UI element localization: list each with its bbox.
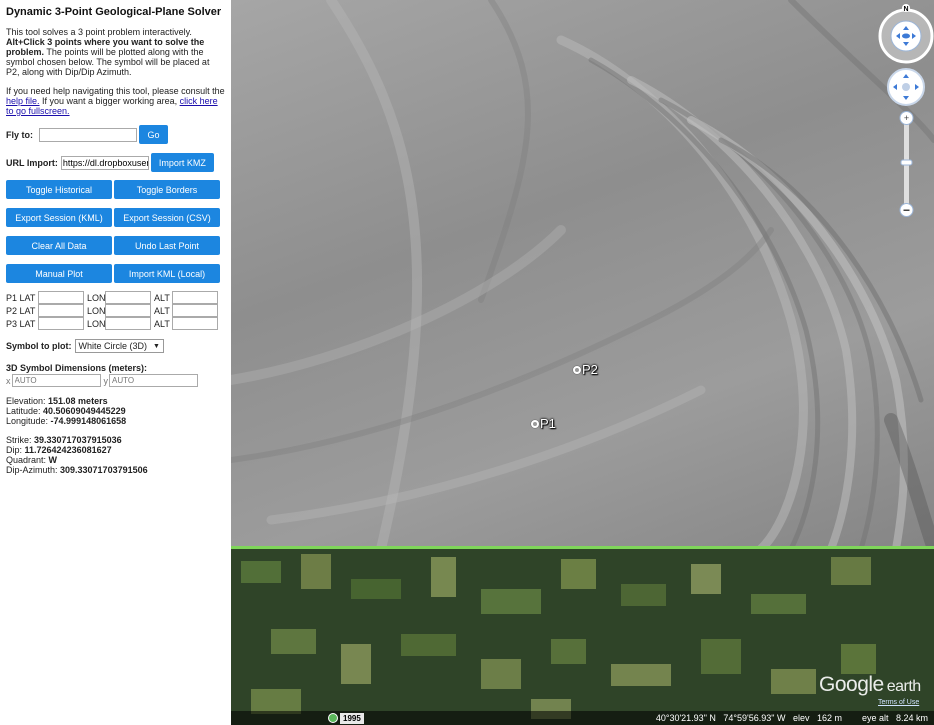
tool-panel: Dynamic 3-Point Geological-Plane Solver …: [0, 0, 231, 725]
p2-lon-input[interactable]: [105, 304, 151, 317]
intro-text: This tool solves a 3 point problem inter…: [6, 27, 225, 77]
import-kml-local-button[interactable]: Import KML (Local): [114, 264, 220, 283]
logo-google-text: Google: [819, 673, 884, 696]
plane-results: Strike: 39.330717037915036 Dip: 11.72642…: [6, 435, 225, 475]
fly-to-label: Fly to:: [6, 129, 33, 140]
satellite-imagery-layer[interactable]: [231, 549, 934, 725]
compass-north-label: N: [903, 6, 908, 13]
manual-plot-button[interactable]: Manual Plot: [6, 264, 112, 283]
move-joystick-icon[interactable]: [886, 67, 926, 107]
elevation-value: 151.08 meters: [48, 396, 108, 406]
p3-alt-label: ALT: [154, 318, 170, 329]
longitude-value: -74.999148061658: [50, 416, 127, 426]
strike-value: 39.330717037915036: [34, 435, 122, 445]
dip-azimuth-value: 309.33071703791506: [60, 465, 148, 475]
svg-text:+: +: [904, 113, 909, 123]
symbol-label: Symbol to plot:: [6, 341, 72, 351]
symbol-dimensions-title: 3D Symbol Dimensions (meters):: [6, 363, 148, 373]
logo-earth-text: earth: [886, 678, 921, 695]
action-buttons: Toggle Historical Toggle Borders Export …: [6, 180, 225, 283]
p3-lat-input[interactable]: [38, 317, 84, 330]
clear-all-button[interactable]: Clear All Data: [6, 236, 112, 255]
url-import-row: URL Import: Import KMZ: [6, 153, 225, 172]
p1-lon-input[interactable]: [105, 291, 151, 304]
p2-alt-label: ALT: [154, 305, 170, 316]
map-status-bar: 1995 40°30'21.93" N 74°59'56.93" W elev …: [231, 711, 934, 725]
intro-line: This tool solves a 3 point problem inter…: [6, 27, 192, 37]
dip-label: Dip:: [6, 445, 25, 455]
zoom-slider-icon[interactable]: +: [899, 111, 914, 221]
latitude-label: Latitude:: [6, 406, 44, 416]
symbol-select-value: White Circle (3D): [78, 341, 148, 351]
p2-alt-input[interactable]: [172, 304, 218, 317]
p3-lon-label: LON: [87, 318, 106, 329]
placemark-label: P1: [540, 416, 556, 431]
cursor-coordinates-readout: 40°30'21.93" N 74°59'56.93" W elev 162 m…: [655, 713, 928, 723]
imagery-year-badge: 1995: [340, 712, 364, 724]
compass-ring-icon[interactable]: N: [878, 4, 934, 64]
import-kmz-button[interactable]: Import KMZ: [150, 153, 214, 172]
lidar-hillshade-layer[interactable]: P2 P1: [231, 0, 934, 556]
quadrant-label: Quadrant:: [6, 455, 49, 465]
manual-coords: P1 LAT LON ALT P2 LAT LON ALT P3 LAT LON…: [6, 291, 225, 330]
p2-lat-label: P2 LAT: [6, 305, 36, 316]
p3-alt-input[interactable]: [172, 317, 218, 330]
imagery-boundary: [231, 546, 934, 549]
help-file-link[interactable]: help file.: [6, 96, 40, 106]
location-info: Elevation: 151.08 meters Latitude: 40.50…: [6, 396, 225, 426]
go-button[interactable]: Go: [139, 125, 168, 144]
p2-lon-label: LON: [87, 305, 106, 316]
p1-alt-label: ALT: [154, 292, 170, 303]
help-mid: If you want a bigger working area,: [39, 96, 180, 106]
placemark-circle-icon: [573, 365, 581, 374]
dip-value: 11.726424236081627: [24, 445, 112, 455]
chevron-down-icon: ▼: [153, 342, 160, 350]
latitude-value: 40.50609049445229: [43, 406, 126, 416]
fly-to-input[interactable]: [39, 127, 137, 142]
p3-coord-row: P3 LAT LON ALT: [6, 317, 225, 330]
google-earth-logo: Google earth: [819, 673, 921, 697]
toggle-borders-button[interactable]: Toggle Borders: [114, 180, 220, 199]
dim-x-input[interactable]: [11, 374, 101, 387]
placemark-label: P2: [582, 362, 598, 377]
placemark-p2[interactable]: P2: [573, 362, 598, 377]
longitude-label: Longitude:: [6, 416, 51, 426]
placemark-p1[interactable]: P1: [531, 416, 556, 431]
earth-map-view[interactable]: P2 P1 N + Google earth Terms of Use 1995…: [231, 0, 934, 725]
p2-coord-row: P2 LAT LON ALT: [6, 304, 225, 317]
placemark-circle-icon: [531, 419, 539, 428]
elevation-label: Elevation:: [6, 396, 49, 406]
p1-lon-label: LON: [87, 292, 106, 303]
strike-label: Strike:: [6, 435, 35, 445]
panel-title: Dynamic 3-Point Geological-Plane Solver: [6, 6, 222, 18]
satellite-texture: [241, 554, 876, 719]
fly-to-row: Fly to: Go: [6, 125, 225, 144]
url-import-label: URL Import:: [6, 157, 58, 168]
symbol-select[interactable]: White Circle (3D) ▼: [74, 339, 164, 353]
p3-lon-input[interactable]: [105, 317, 151, 330]
quadrant-value: W: [48, 455, 58, 465]
p1-lat-input[interactable]: [38, 291, 84, 304]
p2-lat-input[interactable]: [38, 304, 84, 317]
hillshade-texture: [231, 0, 934, 556]
symbol-row: Symbol to plot: White Circle (3D) ▼: [6, 339, 225, 353]
undo-last-point-button[interactable]: Undo Last Point: [114, 236, 220, 255]
dim-y-input[interactable]: [109, 374, 198, 387]
p3-lat-label: P3 LAT: [6, 318, 36, 329]
dim-x-label: x: [6, 375, 11, 386]
toggle-historical-button[interactable]: Toggle Historical: [6, 180, 112, 199]
p1-alt-input[interactable]: [172, 291, 218, 304]
help-text: If you need help navigating this tool, p…: [6, 86, 225, 116]
help-prefix: If you need help navigating this tool, p…: [6, 86, 225, 96]
export-kml-button[interactable]: Export Session (KML): [6, 208, 112, 227]
terms-of-use-link[interactable]: Terms of Use: [878, 699, 919, 706]
historical-clock-icon[interactable]: [328, 713, 338, 723]
dim-y-label: y: [103, 375, 109, 386]
dip-azimuth-label: Dip-Azimuth:: [6, 465, 61, 475]
p1-lat-label: P1 LAT: [6, 292, 36, 303]
export-csv-button[interactable]: Export Session (CSV): [114, 208, 220, 227]
p1-coord-row: P1 LAT LON ALT: [6, 291, 225, 304]
symbol-dimensions-row: x y: [6, 374, 225, 387]
url-import-input[interactable]: [60, 155, 149, 170]
